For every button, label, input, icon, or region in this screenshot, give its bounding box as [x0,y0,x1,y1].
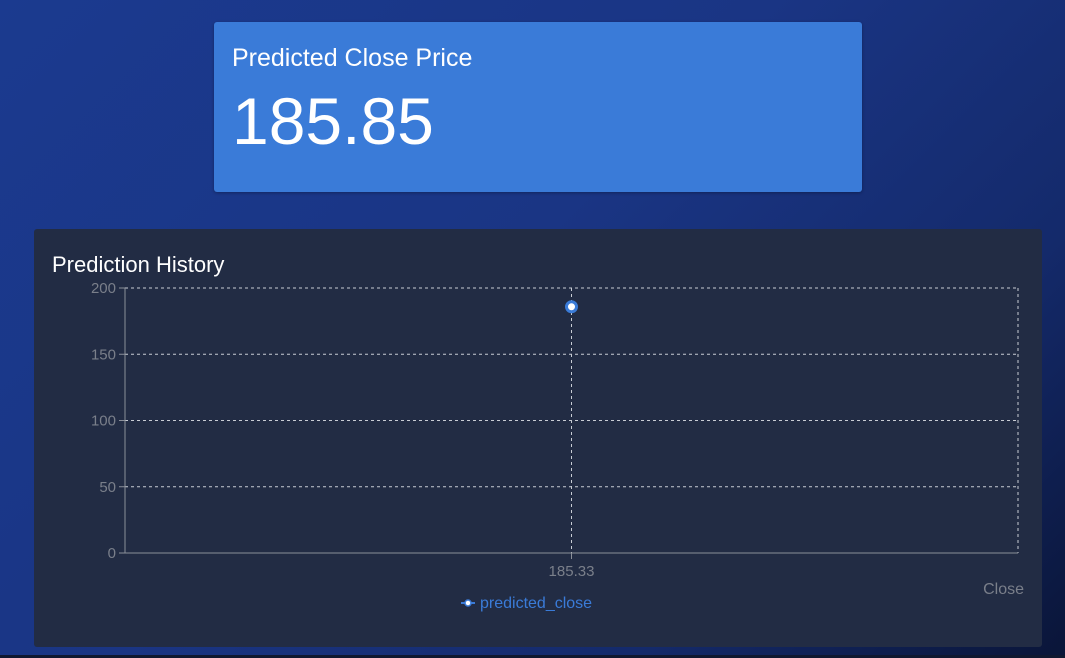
y-tick-label: 100 [91,413,116,430]
y-tick-label: 0 [108,545,116,562]
legend-item-predicted_close: predicted_close [461,595,592,612]
predicted-close-value: 185.85 [232,84,434,158]
legend-label: predicted_close [480,595,592,612]
data-point-predicted_close [565,300,578,314]
predicted-close-title: Predicted Close Price [232,44,473,72]
x-tick-label: 185.33 [549,563,595,580]
prediction-history-chart: 0 50 100 150 200 185.33 Close predicted_close [91,280,1024,612]
y-tick-label: 50 [99,479,116,496]
prediction-history-card: Prediction History 0 50 100 150 200 185.33 Clo… [34,229,1042,647]
legend-marker-icon [464,599,472,607]
predicted-close-card: Predicted Close Price 185.85 [214,22,862,192]
y-tick-label: 150 [91,346,116,363]
y-tick-label: 200 [91,280,116,297]
x-axis-label: Close [983,581,1024,598]
